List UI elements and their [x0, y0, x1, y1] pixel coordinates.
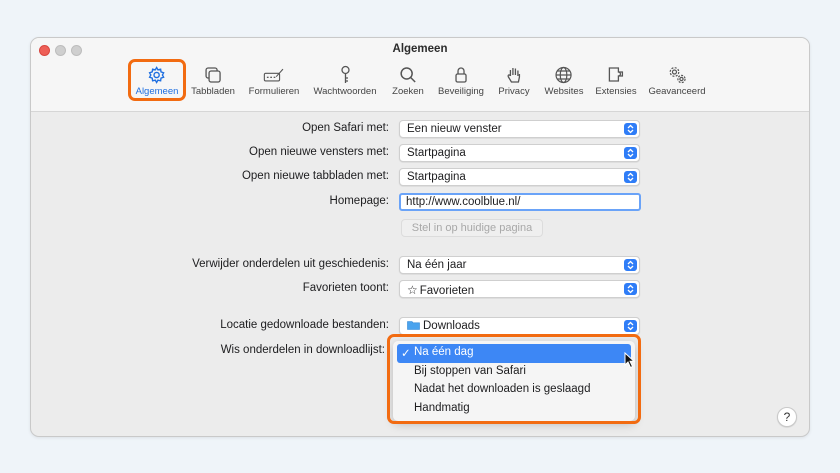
remove-downloads-label: Wis onderdelen in downloadlijst:	[220, 344, 385, 356]
popup-value: Favorieten	[419, 285, 475, 297]
search-icon	[400, 67, 416, 83]
window-title: Algemeen	[392, 43, 448, 55]
popup-arrows-icon	[624, 283, 637, 295]
tab-extensies[interactable]: Extensies	[595, 64, 637, 100]
popup-value: Na één jaar	[407, 259, 467, 271]
tab-label: Zoeken	[392, 86, 424, 97]
tab-label: Extensies	[595, 86, 637, 97]
new-windows-popup[interactable]: Startpagina	[399, 144, 640, 162]
tab-privacy[interactable]: Privacy	[498, 64, 530, 100]
open-safari-popup[interactable]: Een nieuw venster	[399, 120, 640, 138]
tab-label: Formulieren	[248, 86, 300, 97]
remove-history-popup[interactable]: Na één jaar	[399, 256, 640, 274]
tab-geavanceerd[interactable]: Geavanceerd	[648, 64, 706, 100]
highlight-tab-algemeen	[128, 59, 186, 101]
tab-beveiliging[interactable]: Beveiliging	[438, 64, 484, 100]
set-current-page-button[interactable]: Stel in op huidige pagina	[401, 219, 543, 237]
open-safari-label: Open Safari met:	[302, 122, 389, 134]
tabs-icon	[205, 67, 221, 83]
lock-icon	[455, 67, 467, 83]
popup-value: Downloads	[423, 320, 480, 332]
new-windows-label: Open nieuwe vensters met:	[249, 146, 389, 158]
popup-value: Een nieuw venster	[407, 123, 502, 135]
puzzle-icon	[608, 67, 623, 82]
folder-icon	[407, 321, 420, 330]
gears-icon	[669, 67, 686, 84]
globe-icon	[555, 66, 573, 84]
favorites-shows-popup[interactable]: ☆ Favorieten	[399, 280, 640, 298]
highlight-dropdown	[387, 334, 641, 424]
new-tabs-label: Open nieuwe tabbladen met:	[241, 170, 389, 182]
preferences-window: Algemeen Algemeen Tabbladen Formulieren …	[30, 37, 810, 437]
popup-arrows-icon	[624, 259, 637, 271]
row-favorites-shows: Favorieten toont: ☆ Favorieten	[31, 280, 809, 298]
popup-arrows-icon	[624, 320, 637, 332]
tab-label: Tabbladen	[191, 86, 235, 97]
popup-value: Startpagina	[407, 171, 466, 183]
popup-value: Startpagina	[407, 147, 466, 159]
popup-arrows-icon	[624, 147, 637, 159]
tab-tabbladen[interactable]: Tabbladen	[191, 64, 235, 100]
homepage-label: Homepage:	[329, 195, 389, 207]
tab-label: Beveiliging	[438, 86, 484, 97]
help-button[interactable]: ?	[777, 407, 797, 427]
new-tabs-popup[interactable]: Startpagina	[399, 168, 640, 186]
popup-arrows-icon	[624, 123, 637, 135]
star-icon: ☆	[407, 283, 418, 297]
row-open-safari: Open Safari met: Een nieuw venster	[31, 120, 809, 138]
tab-formulieren[interactable]: Formulieren	[248, 64, 300, 100]
tab-label: Wachtwoorden	[313, 86, 377, 97]
row-new-tabs: Open nieuwe tabbladen met: Startpagina	[31, 168, 809, 186]
remove-history-label: Verwijder onderdelen uit geschiedenis:	[192, 258, 389, 270]
row-remove-history: Verwijder onderdelen uit geschiedenis: N…	[31, 256, 809, 274]
homepage-input[interactable]: http://www.coolblue.nl/	[399, 193, 641, 211]
row-new-windows: Open nieuwe vensters met: Startpagina	[31, 144, 809, 162]
download-location-label: Locatie gedownloade bestanden:	[220, 319, 389, 331]
autofill-icon	[264, 68, 284, 82]
hand-icon	[507, 68, 520, 83]
mouse-cursor-icon	[624, 352, 636, 369]
download-location-popup[interactable]: Downloads	[399, 317, 640, 335]
row-download-location: Locatie gedownloade bestanden: Downloads	[31, 317, 809, 335]
key-icon	[340, 65, 350, 83]
favorites-shows-label: Favorieten toont:	[302, 282, 389, 294]
popup-arrows-icon	[624, 171, 637, 183]
tab-label: Websites	[544, 86, 584, 97]
tab-websites[interactable]: Websites	[544, 64, 584, 100]
titlebar: Algemeen Algemeen Tabbladen Formulieren …	[31, 38, 809, 112]
row-homepage: Homepage: http://www.coolblue.nl/	[31, 193, 809, 211]
tab-label: Privacy	[498, 86, 530, 97]
tab-label: Geavanceerd	[648, 86, 706, 97]
tab-zoeken[interactable]: Zoeken	[392, 64, 424, 100]
tab-wachtwoorden[interactable]: Wachtwoorden	[313, 64, 377, 100]
